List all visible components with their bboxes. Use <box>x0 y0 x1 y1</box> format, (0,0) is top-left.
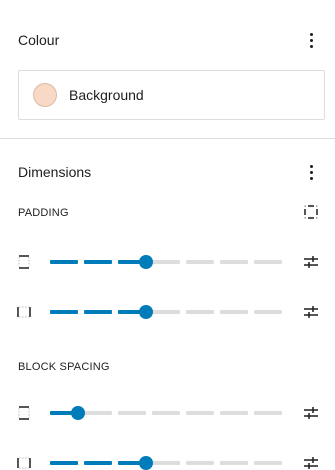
slider-segment <box>84 411 112 415</box>
slider-segment <box>220 461 248 465</box>
slider-segment <box>220 310 248 314</box>
more-vertical-icon[interactable] <box>301 30 321 50</box>
padding-label: PADDING <box>18 207 69 219</box>
slider-segment <box>186 310 214 314</box>
background-label: Background <box>69 87 144 103</box>
sides-horizontal-icon <box>17 306 31 318</box>
slider-segment <box>50 461 78 465</box>
padding-vertical-row <box>16 252 321 272</box>
slider-segment <box>186 260 214 264</box>
dimensions-panel-header: Dimensions <box>18 162 321 182</box>
slider-thumb[interactable] <box>139 255 153 269</box>
slider-segment <box>50 310 78 314</box>
slider-segment <box>84 310 112 314</box>
slider-segment <box>220 411 248 415</box>
slider-segment <box>84 461 112 465</box>
colour-panel-title: Colour <box>18 32 60 48</box>
background-swatch <box>33 83 57 107</box>
slider-thumb[interactable] <box>139 456 153 470</box>
settings-sliders-icon[interactable] <box>301 403 321 423</box>
sides-horizontal-icon <box>17 457 31 469</box>
padding-vertical-slider[interactable] <box>50 252 282 272</box>
padding-horizontal-row <box>16 302 321 322</box>
block-spacing-vertical-slider[interactable] <box>50 403 282 423</box>
slider-segment <box>152 260 180 264</box>
slider-segment <box>186 411 214 415</box>
block-spacing-horizontal-slider[interactable] <box>50 453 282 470</box>
settings-sliders-icon[interactable] <box>301 302 321 322</box>
slider-segment <box>254 411 282 415</box>
slider-segment <box>254 310 282 314</box>
slider-segment <box>220 260 248 264</box>
slider-segment <box>50 260 78 264</box>
slider-thumb[interactable] <box>71 406 85 420</box>
dimensions-panel-title: Dimensions <box>18 164 92 180</box>
slider-segment <box>152 461 180 465</box>
slider-segment <box>152 310 180 314</box>
padding-horizontal-slider[interactable] <box>50 302 282 322</box>
block-spacing-vertical-row <box>16 403 321 423</box>
slider-segment <box>84 260 112 264</box>
slider-thumb[interactable] <box>139 305 153 319</box>
slider-segment <box>118 411 146 415</box>
block-spacing-horizontal-row <box>16 453 321 470</box>
colour-panel-header: Colour <box>18 30 321 50</box>
slider-segment <box>186 461 214 465</box>
settings-sliders-icon[interactable] <box>301 453 321 470</box>
slider-segment <box>254 461 282 465</box>
slider-segment <box>152 411 180 415</box>
more-vertical-icon[interactable] <box>301 162 321 182</box>
slider-segment <box>254 260 282 264</box>
settings-sliders-icon[interactable] <box>301 252 321 272</box>
sides-vertical-icon <box>18 255 30 269</box>
background-color-button[interactable]: Background <box>18 70 325 120</box>
sides-vertical-icon <box>18 406 30 420</box>
sides-all-icon[interactable] <box>303 204 319 220</box>
panel-divider <box>0 138 335 139</box>
block-spacing-label: BLOCK SPACING <box>18 361 110 373</box>
